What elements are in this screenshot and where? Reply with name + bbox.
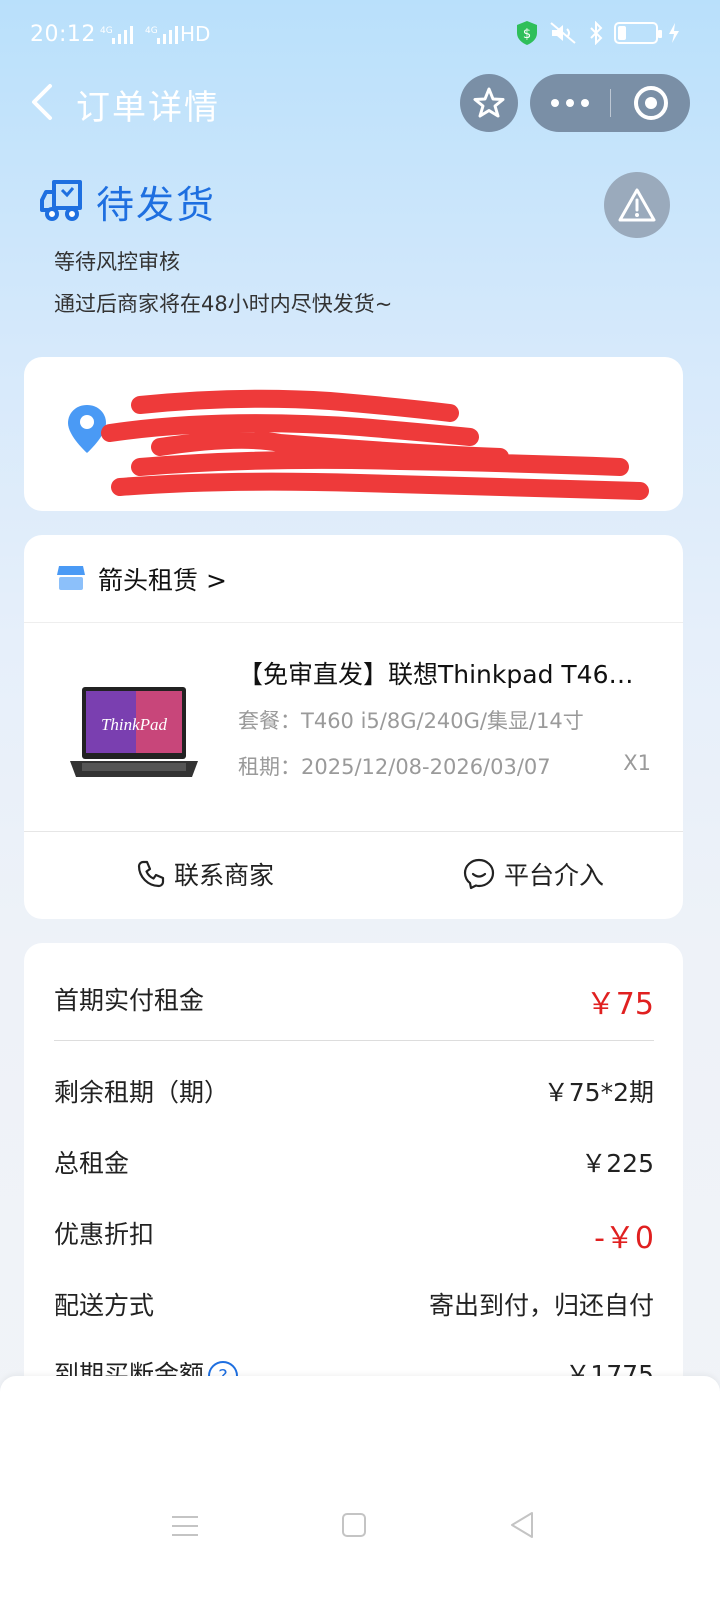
product-title[interactable]: 【免审直发】联想Thinkpad T460 i5/8G/240G/集显/14寸: [238, 655, 648, 691]
delivery-value: 寄出到付，归还自付: [428, 1291, 654, 1320]
status-icons: $: [516, 20, 680, 46]
order-status: 待发货 等待风控审核 通过后商家将在48小时内尽快发货~: [40, 170, 680, 330]
miniprogram-capsule: [530, 74, 690, 132]
system-nav-bar: [0, 1496, 720, 1556]
svg-text:ThinkPad: ThinkPad: [101, 715, 168, 734]
warning-icon: [618, 188, 656, 222]
remaining-term-row: 剩余租期（期） ￥75*2期: [54, 1073, 654, 1117]
product-package: 套餐：T460 i5/8G/240G/集显/14寸: [238, 709, 584, 733]
divider: [54, 1040, 654, 1041]
home-button[interactable]: [342, 1513, 366, 1537]
address-card[interactable]: [24, 357, 683, 511]
shop-name: 箭头租赁 >: [98, 566, 227, 595]
total-rent-value: ￥225: [581, 1149, 654, 1178]
charging-icon: [669, 23, 679, 43]
delivery-row: 配送方式 寄出到付，归还自付: [54, 1286, 654, 1330]
battery-icon: [614, 22, 662, 44]
svg-text:4G: 4G: [100, 26, 113, 36]
product-card: 箭头租赁 > ThinkPad 【免审直发】联想Thinkpad T460 i5…: [24, 535, 683, 919]
more-button[interactable]: [530, 74, 610, 132]
platform-intervene-button[interactable]: 平台介入: [462, 856, 604, 892]
product-image[interactable]: ThinkPad: [68, 685, 200, 781]
fee-card: 首期实付租金 ￥75 剩余租期（期） ￥75*2期 总租金 ￥225 优惠折扣 …: [24, 943, 683, 1403]
redaction-mark: [101, 389, 649, 500]
phone-icon: [137, 860, 165, 888]
discount-row: 优惠折扣 -￥0: [54, 1215, 654, 1259]
signal-icon: 4G: [100, 24, 140, 50]
delivery-label: 配送方式: [54, 1291, 155, 1320]
chevron-left-icon: [32, 84, 52, 120]
report-button[interactable]: [604, 172, 670, 238]
status-bar: 20:12 4G 4G HD $: [0, 0, 720, 72]
contact-merchant-button[interactable]: 联系商家: [136, 856, 274, 892]
first-payment-value: ￥75: [585, 987, 654, 1022]
mute-icon: [550, 22, 576, 44]
first-payment-row: 首期实付租金 ￥75: [54, 981, 654, 1025]
order-status-title: 待发货: [96, 183, 217, 227]
total-rent-row: 总租金 ￥225: [54, 1144, 654, 1188]
status-time: 20:12: [30, 22, 96, 47]
system-back-button[interactable]: [508, 1510, 536, 1540]
delivery-truck-icon: [40, 180, 82, 221]
back-button[interactable]: [20, 80, 64, 124]
first-payment-label: 首期实付租金: [54, 986, 205, 1015]
close-miniprogram-button[interactable]: [611, 74, 690, 132]
favorite-button[interactable]: [460, 74, 518, 132]
action-row: 联系商家 平台介入: [24, 831, 683, 919]
product-lease-term: 租期：2025/12/08-2026/03/07: [238, 755, 551, 779]
remaining-term-label: 剩余租期（期）: [54, 1078, 230, 1107]
star-icon: [473, 87, 505, 118]
contact-merchant-label: 联系商家: [174, 861, 275, 890]
platform-intervene-label: 平台介入: [504, 861, 605, 890]
page-title: 订单详情: [76, 88, 220, 128]
order-status-line1: 等待风控审核: [54, 250, 180, 274]
store-icon: [57, 566, 85, 590]
total-rent-label: 总租金: [54, 1149, 130, 1178]
nav-bar: 订单详情: [0, 72, 720, 132]
product-quantity: X1: [623, 751, 651, 775]
shield-icon: $: [517, 21, 537, 45]
bluetooth-icon: [590, 21, 603, 45]
bottom-action-panel: [0, 1376, 720, 1600]
signal-icon: 4G: [145, 24, 179, 50]
discount-label: 优惠折扣: [54, 1220, 155, 1249]
order-status-line2: 通过后商家将在48小时内尽快发货~: [54, 292, 393, 316]
chat-bubble-icon: [463, 858, 495, 890]
shop-header[interactable]: 箭头租赁 >: [24, 535, 683, 623]
discount-value: -￥0: [594, 1221, 654, 1256]
target-icon: [633, 86, 668, 120]
recent-apps-button[interactable]: [172, 1516, 198, 1538]
hd-indicator: HD: [180, 22, 211, 46]
remaining-term-value: ￥75*2期: [543, 1078, 654, 1107]
svg-text:$: $: [523, 27, 531, 42]
svg-text:4G: 4G: [145, 26, 158, 36]
